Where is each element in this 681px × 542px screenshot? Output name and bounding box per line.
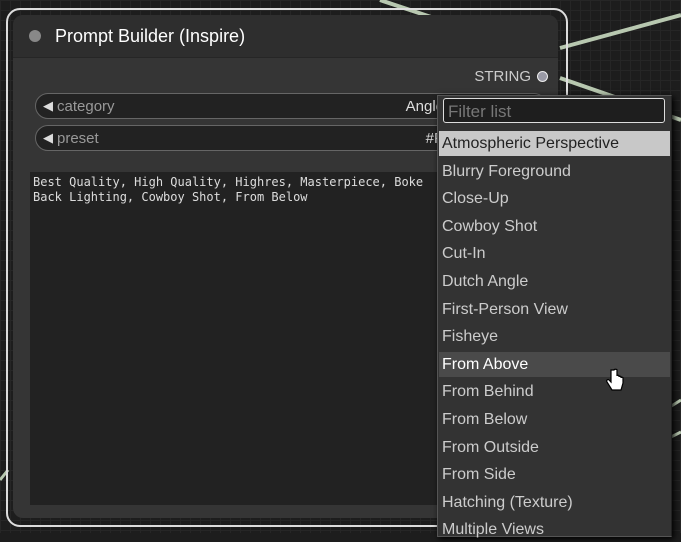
menu-item[interactable]: From Above <box>439 351 670 377</box>
menu-item[interactable]: From Behind <box>439 379 670 404</box>
left-arrow-icon[interactable]: ◀ <box>43 130 53 146</box>
menu-item[interactable]: Multiple Views <box>439 517 670 542</box>
menu-item[interactable]: Atmospheric Perspective <box>439 131 670 156</box>
output-slot-icon[interactable] <box>537 71 548 82</box>
output-label: STRING <box>474 68 531 85</box>
menu-item[interactable]: Blurry Foreground <box>439 159 670 184</box>
menu-item[interactable]: Hatching (Texture) <box>439 490 670 515</box>
menu-item[interactable]: Cut-In <box>439 241 670 266</box>
filter-input[interactable]: Filter list <box>443 98 665 123</box>
dropdown-menu[interactable]: Filter list Atmospheric Perspective Blurr… <box>437 95 672 538</box>
hand-cursor-icon <box>606 368 624 391</box>
node-title-bar[interactable]: Prompt Builder (Inspire) <box>13 15 558 58</box>
menu-item[interactable]: From Side <box>439 462 670 487</box>
widget-label: preset <box>57 129 99 147</box>
left-arrow-icon[interactable]: ◀ <box>43 98 53 114</box>
widget-label: category <box>57 97 115 115</box>
menu-item[interactable]: Close-Up <box>439 186 670 211</box>
menu-item[interactable]: First-Person View <box>439 297 670 322</box>
menu-item[interactable]: Cowboy Shot <box>439 214 670 239</box>
prompt-textarea[interactable]: Best Quality, High Quality, Highres, Mas… <box>30 172 450 505</box>
output-string: STRING <box>474 68 548 85</box>
menu-item[interactable]: Dutch Angle <box>439 269 670 294</box>
node-title: Prompt Builder (Inspire) <box>55 25 246 46</box>
menu-item[interactable]: Fisheye <box>439 324 670 349</box>
menu-item[interactable]: From Outside <box>439 435 670 460</box>
menu-item[interactable]: From Below <box>439 407 670 432</box>
collapse-dot-icon[interactable] <box>29 30 41 42</box>
